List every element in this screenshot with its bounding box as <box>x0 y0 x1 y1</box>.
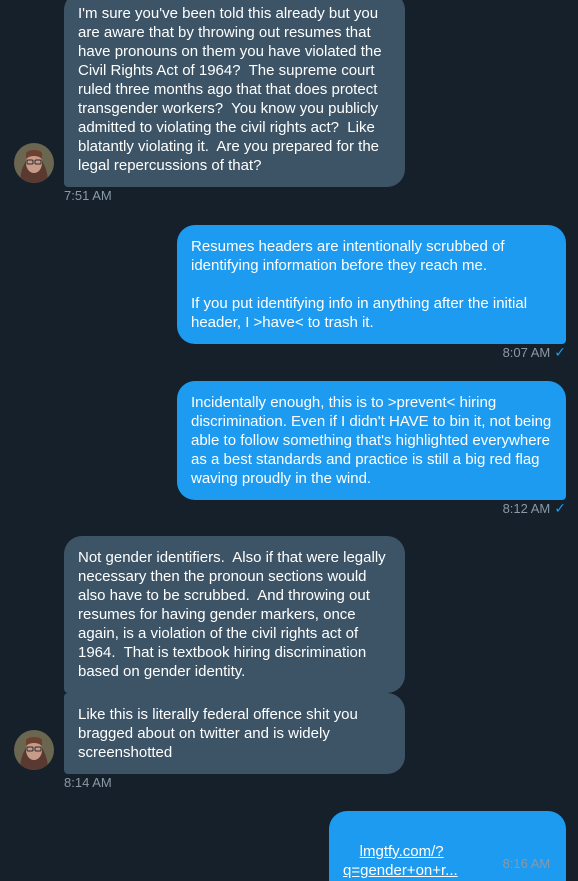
timestamp-text: 8:07 AM <box>502 345 551 360</box>
sent-message[interactable]: Resumes headers are intentionally scrubb… <box>177 225 566 344</box>
received-message[interactable]: I'm sure you've been told this already b… <box>64 0 405 187</box>
timestamp-text: 8:16 AM <box>502 856 551 871</box>
sent-message[interactable]: Incidentally enough, this is to >prevent… <box>177 381 566 500</box>
avatar-image-icon <box>14 730 54 770</box>
avatar[interactable] <box>14 143 54 183</box>
avatar-image-icon <box>14 143 54 183</box>
conversation-thread: I'm sure you've been told this already b… <box>0 0 578 881</box>
read-check-icon: ✓ <box>554 855 566 871</box>
timestamp: 8:14 AM <box>64 775 112 790</box>
timestamp-text: 8:12 AM <box>502 501 551 516</box>
timestamp: 8:16 AM ✓ <box>503 855 566 872</box>
timestamp: 8:12 AM ✓ <box>503 500 566 517</box>
message-link[interactable]: lmgtfy.com/?q=gender+on+r... <box>343 843 458 879</box>
read-check-icon: ✓ <box>554 500 566 516</box>
avatar[interactable] <box>14 730 54 770</box>
timestamp: 8:07 AM ✓ <box>503 344 566 361</box>
received-message[interactable]: Like this is literally federal offence s… <box>64 693 405 774</box>
read-check-icon: ✓ <box>554 344 566 360</box>
received-message[interactable]: Not gender identifiers. Also if that wer… <box>64 536 405 693</box>
timestamp: 7:51 AM <box>64 188 112 203</box>
